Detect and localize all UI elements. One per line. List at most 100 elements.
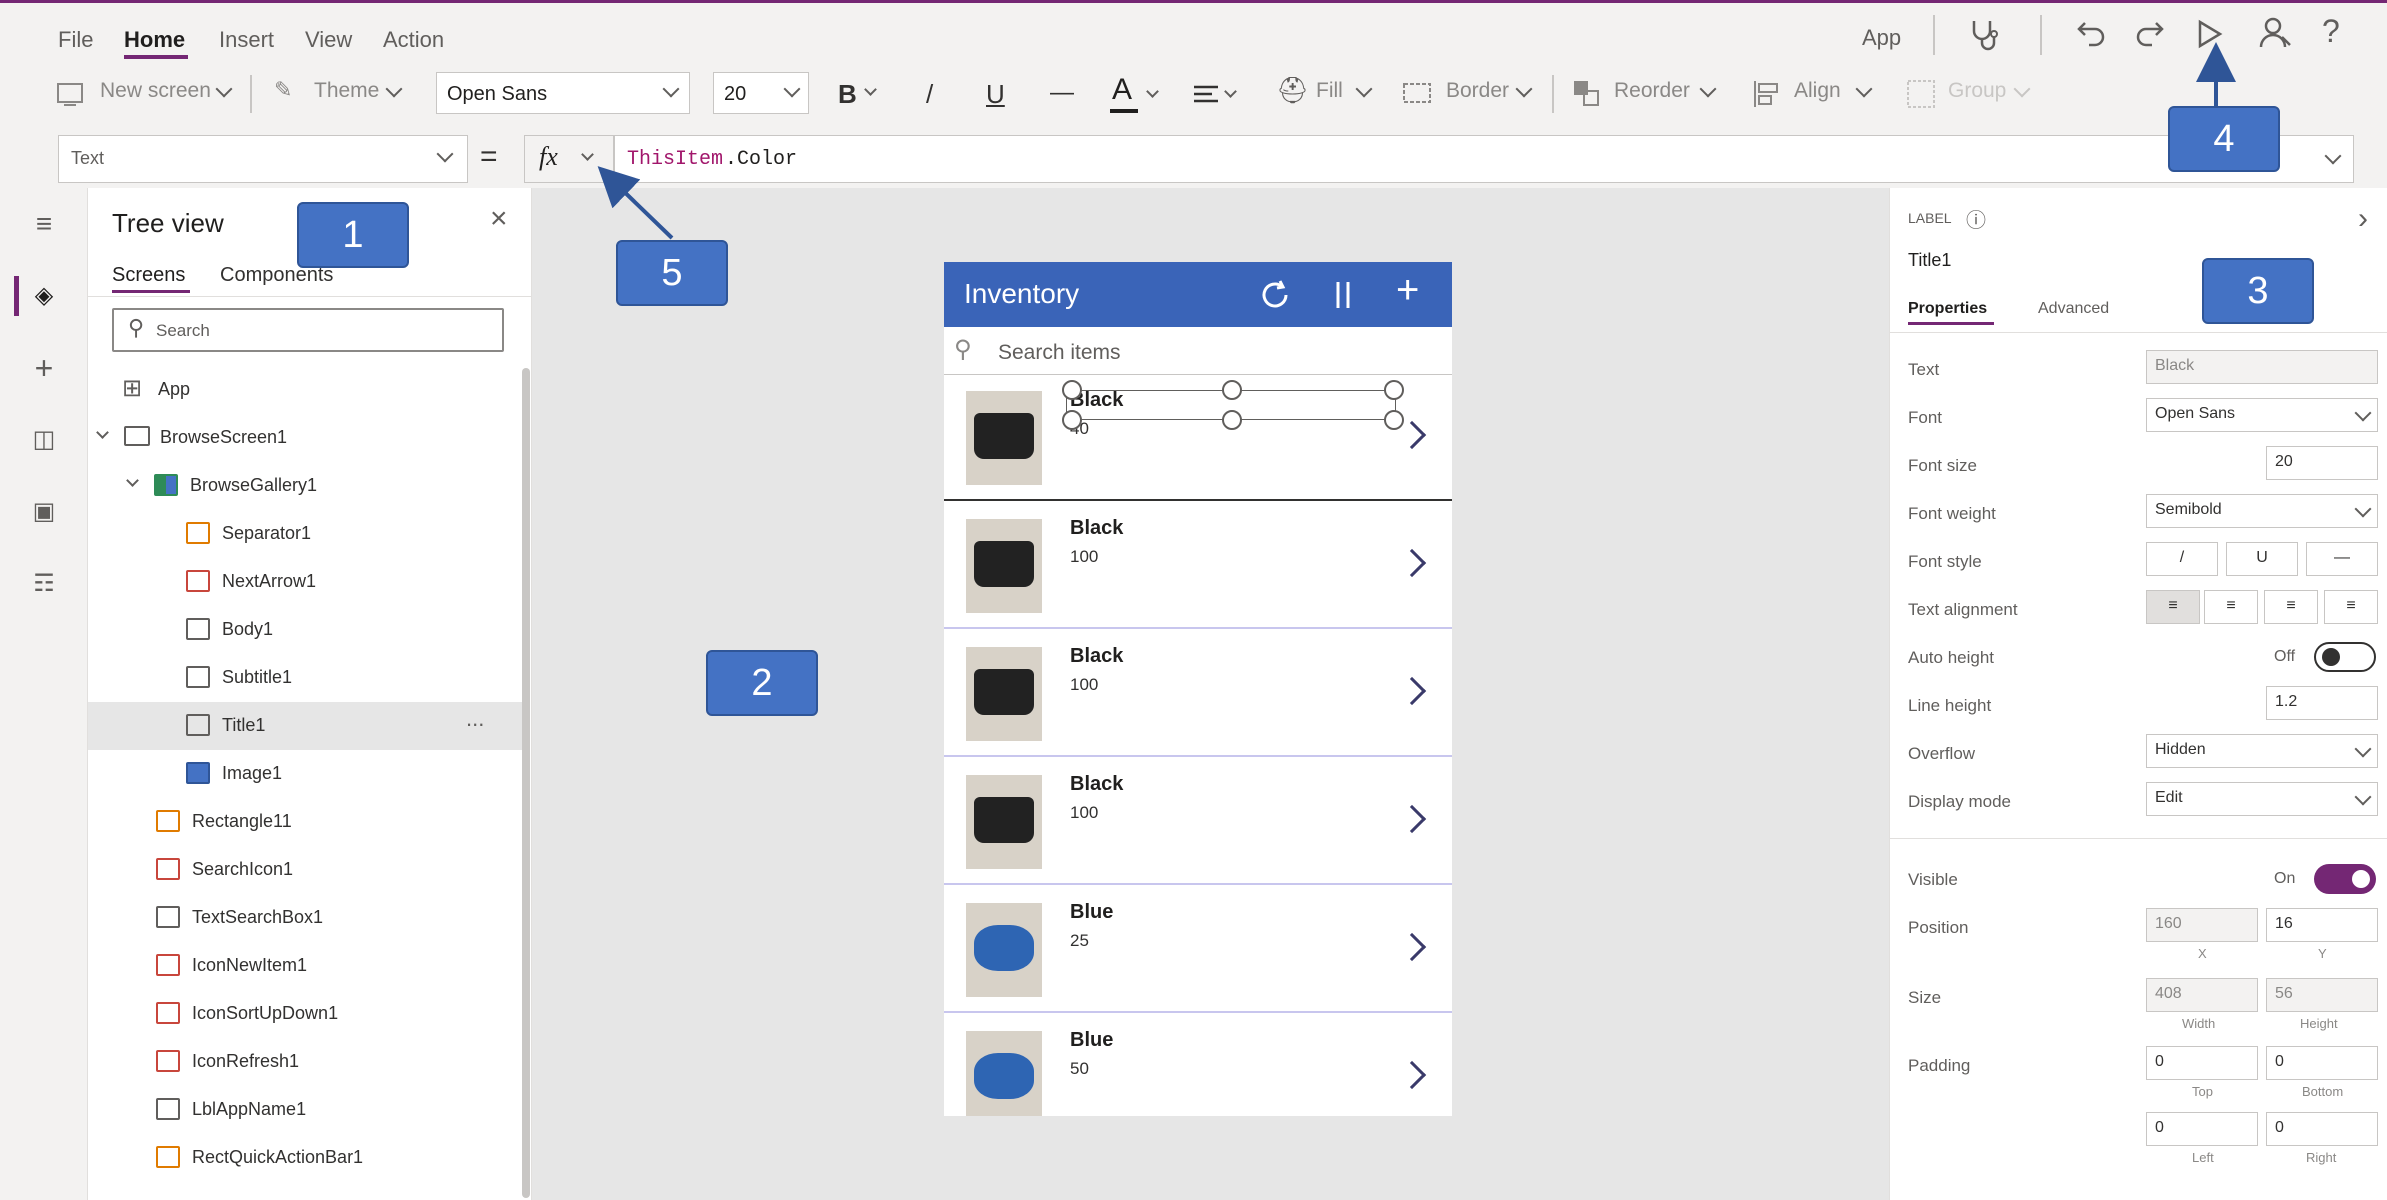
gallery-row[interactable]: Black 100 [944,759,1452,885]
menu-home[interactable]: Home [124,27,185,53]
close-icon[interactable]: × [490,202,508,236]
italic-button[interactable]: / [926,79,933,110]
font-select[interactable]: Open Sans [436,72,690,114]
search-box[interactable]: ⚲ Search items [944,327,1452,375]
gallery-row[interactable]: Black 100 [944,503,1452,629]
tab-properties[interactable]: Properties [1908,300,1987,318]
preview-play-icon[interactable] [2192,17,2226,51]
tree-item-iconsortupdown[interactable]: IconSortUpDown1 [88,990,528,1038]
resize-handle[interactable] [1384,380,1404,400]
bold-button[interactable]: B [838,79,857,110]
property-dropdown[interactable]: Text [58,135,468,183]
prop-font-select[interactable]: Open Sans [2146,398,2378,432]
menu-insert[interactable]: Insert [219,27,274,53]
next-arrow-icon[interactable] [1397,804,1427,834]
media-icon[interactable]: ▣ [20,488,68,536]
group-button[interactable]: Group [1948,79,2006,103]
resize-handle[interactable] [1062,410,1082,430]
more-options-icon[interactable]: ... [466,706,484,732]
advanced-tools-icon[interactable]: ☶ [20,560,68,608]
expand-chevron-icon[interactable] [96,426,109,439]
underline-button[interactable]: U [986,79,1005,110]
prop-font-size-field[interactable]: 20 [2266,446,2378,480]
gallery-row[interactable]: Blue 50 [944,1015,1452,1116]
padding-top-field[interactable]: 0 [2146,1046,2258,1080]
size-height-field[interactable]: 56 [2266,978,2378,1012]
tree-search-input[interactable]: ⚲ Search [112,308,504,352]
menu-file[interactable]: File [58,27,93,53]
sort-icon[interactable] [1328,276,1358,314]
resize-handle[interactable] [1384,410,1404,430]
theme-button[interactable]: Theme [314,79,379,103]
layers-icon[interactable]: ◈ [20,272,68,320]
next-arrow-icon[interactable] [1397,1060,1427,1090]
resize-handle[interactable] [1222,410,1242,430]
align-left-button[interactable]: ≡ [2146,590,2200,624]
visible-toggle[interactable] [2314,864,2376,894]
next-arrow-icon[interactable] [1397,932,1427,962]
prop-display-mode-select[interactable]: Edit [2146,782,2378,816]
padding-left-field[interactable]: 0 [2146,1112,2258,1146]
insert-plus-icon[interactable]: + [20,344,68,392]
tree-item-textsearchbox[interactable]: TextSearchBox1 [88,894,528,942]
share-user-icon[interactable] [2258,15,2292,51]
reorder-button[interactable]: Reorder [1614,79,1690,103]
redo-icon[interactable] [2132,17,2166,51]
font-size-select[interactable]: 20 [713,72,809,114]
auto-height-toggle[interactable] [2314,642,2376,672]
tree-item-iconrefresh[interactable]: IconRefresh1 [88,1038,528,1086]
help-icon[interactable]: ? [2322,13,2340,50]
app-checker-label[interactable]: App [1862,25,1901,51]
add-item-icon[interactable]: + [1396,268,1419,313]
formula-input[interactable]: ThisItem .Color [614,135,2354,183]
tree-scrollbar[interactable] [522,368,530,1198]
prop-line-height-field[interactable]: 1.2 [2266,686,2378,720]
gallery-row[interactable]: Black 100 [944,631,1452,757]
strikethrough-toggle[interactable]: — [2306,542,2378,576]
tree-item-separator[interactable]: Separator1 [88,510,528,558]
tree-item-rectangle[interactable]: Rectangle11 [88,798,528,846]
chevron-right-icon[interactable]: › [2358,202,2368,236]
undo-icon[interactable] [2075,17,2109,51]
new-screen-button[interactable]: New screen [100,79,211,103]
tree-item-image[interactable]: Image1 [88,750,528,798]
tree-item-gallery[interactable]: BrowseGallery1 [88,462,528,510]
align-button[interactable]: Align [1794,79,1841,103]
prop-overflow-select[interactable]: Hidden [2146,734,2378,768]
tree-item-rectquickactionbar[interactable]: RectQuickActionBar1 [88,1134,528,1182]
hamburger-icon[interactable]: ≡ [20,200,68,248]
align-center-button[interactable]: ≡ [2204,590,2258,624]
padding-bottom-field[interactable]: 0 [2266,1046,2378,1080]
next-arrow-icon[interactable] [1397,548,1427,578]
tree-item-nextarrow[interactable]: NextArrow1 [88,558,528,606]
italic-toggle[interactable]: / [2146,542,2218,576]
gallery-row[interactable]: Blue 25 [944,887,1452,1013]
tree-item-title-selected[interactable]: Title1 ... [88,702,528,750]
prop-font-weight-select[interactable]: Semibold [2146,494,2378,528]
tree-item-iconnewitem[interactable]: IconNewItem1 [88,942,528,990]
prop-text-field[interactable]: Black [2146,350,2378,384]
fill-button[interactable]: Fill [1316,79,1343,103]
expand-chevron-icon[interactable] [126,474,139,487]
strikethrough-button[interactable]: — [1050,79,1074,107]
data-cylinder-icon[interactable]: ◫ [20,416,68,464]
help-circle-icon[interactable]: ⓘ [1966,204,1986,233]
menu-action[interactable]: Action [383,27,444,53]
fx-button[interactable]: fx [524,135,614,183]
next-arrow-icon[interactable] [1397,676,1427,706]
tree-item-body[interactable]: Body1 [88,606,528,654]
refresh-icon[interactable] [1256,276,1294,314]
font-color-button[interactable]: A [1112,73,1132,107]
size-width-field[interactable]: 408 [2146,978,2258,1012]
tree-item-lblappname[interactable]: LblAppName1 [88,1086,528,1134]
tree-item-app[interactable]: ⊞ App [88,366,528,414]
tree-item-browsescreen[interactable]: BrowseScreen1 [88,414,528,462]
position-y-field[interactable]: 16 [2266,908,2378,942]
stethoscope-icon[interactable] [1968,17,2002,51]
underline-toggle[interactable]: U [2226,542,2298,576]
text-align-icon[interactable] [1192,83,1220,107]
menu-view[interactable]: View [305,27,352,53]
padding-right-field[interactable]: 0 [2266,1112,2378,1146]
align-right-button[interactable]: ≡ [2264,590,2318,624]
resize-handle[interactable] [1222,380,1242,400]
